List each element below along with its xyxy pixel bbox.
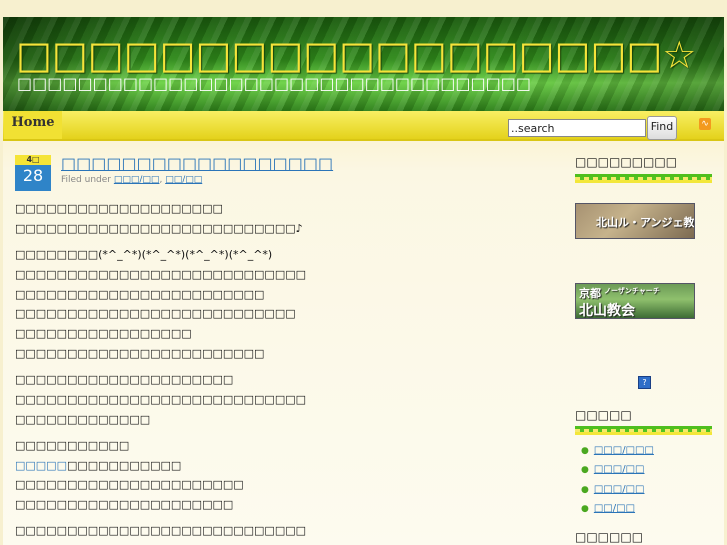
banner-1-text: 北山ル・アンジェ教会 — [596, 216, 695, 229]
post-title-link[interactable]: □□□□□□□□□□□□□□□□□□ — [61, 154, 333, 173]
post-text-line: □□□□□□□□□□□□□□□□□□□□□□□□□□□□ — [15, 393, 307, 406]
category-item: ● □□/□□ — [581, 503, 635, 514]
post-text-line: □□□□□□□□□□□□□□□□□ — [15, 327, 192, 340]
category-link[interactable]: □□□/□□ — [594, 484, 645, 495]
post-inline-link[interactable]: □□□□□ — [15, 459, 67, 472]
filed-under-label: Filed under — [61, 175, 111, 185]
banner-2-line-3: 北山教会 — [579, 303, 635, 319]
banner-2-line-1: 京都 — [579, 287, 601, 300]
sidebar-widget-title: □□□□□□□□□ — [575, 155, 678, 169]
post-date-day: 28 — [15, 165, 51, 191]
post-text-line: □□□□□□□□□□□□□ — [15, 413, 151, 426]
rss-icon[interactable]: ∿ — [699, 118, 711, 130]
site-title[interactable]: □□□□□□□□□□□□□□□□□□☆ — [16, 33, 696, 77]
post-text-line: □□□□□□□□□□□□□□□□□□□□□□□□□□□ — [15, 307, 296, 320]
sidebar-divider — [575, 174, 712, 183]
post-inline-text: □□□□□□□□□□□ — [66, 459, 182, 472]
post-text-line: □□□□□□□□□□□ — [15, 439, 130, 452]
bullet-icon: ● — [581, 446, 589, 456]
category-link[interactable]: □□□/□□□ — [594, 445, 654, 456]
post-text-line: □□□□□□□□□□□□□□□□□□□□ — [15, 202, 223, 215]
church-banner-kitayama-ange[interactable]: 北山ル・アンジェ教会 — [575, 203, 695, 239]
post-text-line-with-link: □□□□□□□□□□□□□□□□ — [15, 459, 181, 472]
post-text-line: □□□□□□□□□□□□□□□□□□□□□□□□ — [15, 347, 265, 360]
category-item: ● □□□/□□ — [581, 464, 644, 475]
site-header: □□□□□□□□□□□□□□□□□□☆ □□□□□□□□□□□□□□□□□□□□… — [3, 17, 724, 111]
sidebar-divider — [575, 426, 712, 435]
bullet-icon: ● — [581, 485, 589, 495]
post-text-line: □□□□□□□□(*^_^*)(*^_^*)(*^_^*)(*^_^*) — [15, 248, 273, 261]
post-meta: Filed under □□□/□□, □□/□□ — [61, 175, 202, 185]
search-input[interactable] — [508, 119, 646, 137]
post-category-link-2[interactable]: □□/□□ — [165, 175, 202, 185]
category-item: ● □□□/□□□ — [581, 445, 654, 456]
category-link[interactable]: □□□/□□ — [594, 464, 645, 475]
bullet-icon: ● — [581, 465, 589, 475]
post-category-link-1[interactable]: □□□/□□ — [114, 175, 160, 185]
post-text-line: □□□□□□□□□□□□□□□□□□□□□□ — [15, 478, 244, 491]
categories-title: □□□□□ — [575, 408, 632, 422]
post-date-month: 4□ — [15, 155, 51, 165]
help-icon[interactable]: ? — [638, 376, 651, 389]
sidebar-widget-title: □□□□□□ — [575, 530, 644, 544]
nav-home-link[interactable]: Home — [4, 111, 62, 139]
post-text-line: □□□□□□□□□□□□□□□□□□□□□ — [15, 498, 234, 511]
post-text-line: □□□□□□□□□□□□□□□□□□□□□□□□□□□□ — [15, 268, 307, 281]
post-text-line: □□□□□□□□□□□□□□□□□□□□□□□□□□□♪ — [15, 222, 303, 235]
category-link[interactable]: □□/□□ — [594, 503, 635, 514]
site-description: □□□□□□□□□□□□□□□□□□□□□□□□□□□□□□□□□□ — [17, 74, 531, 93]
category-item: ● □□□/□□ — [581, 484, 644, 495]
post-text-line: □□□□□□□□□□□□□□□□□□□□□□□□□□□□ — [15, 524, 307, 537]
post-date-badge: 4□ 28 — [15, 155, 51, 191]
category-separator: , — [159, 175, 163, 185]
church-banner-kitayama-northern[interactable]: 京都 ノーザンチャーチ 北山教会 — [575, 283, 695, 319]
bullet-icon: ● — [581, 504, 589, 514]
banner-2-line-2: ノーザンチャーチ — [604, 286, 660, 295]
post-text-line: □□□□□□□□□□□□□□□□□□□□□□□□ — [15, 288, 265, 301]
post-text-line: □□□□□□□□□□□□□□□□□□□□□ — [15, 373, 234, 386]
find-button[interactable]: Find — [647, 116, 677, 140]
